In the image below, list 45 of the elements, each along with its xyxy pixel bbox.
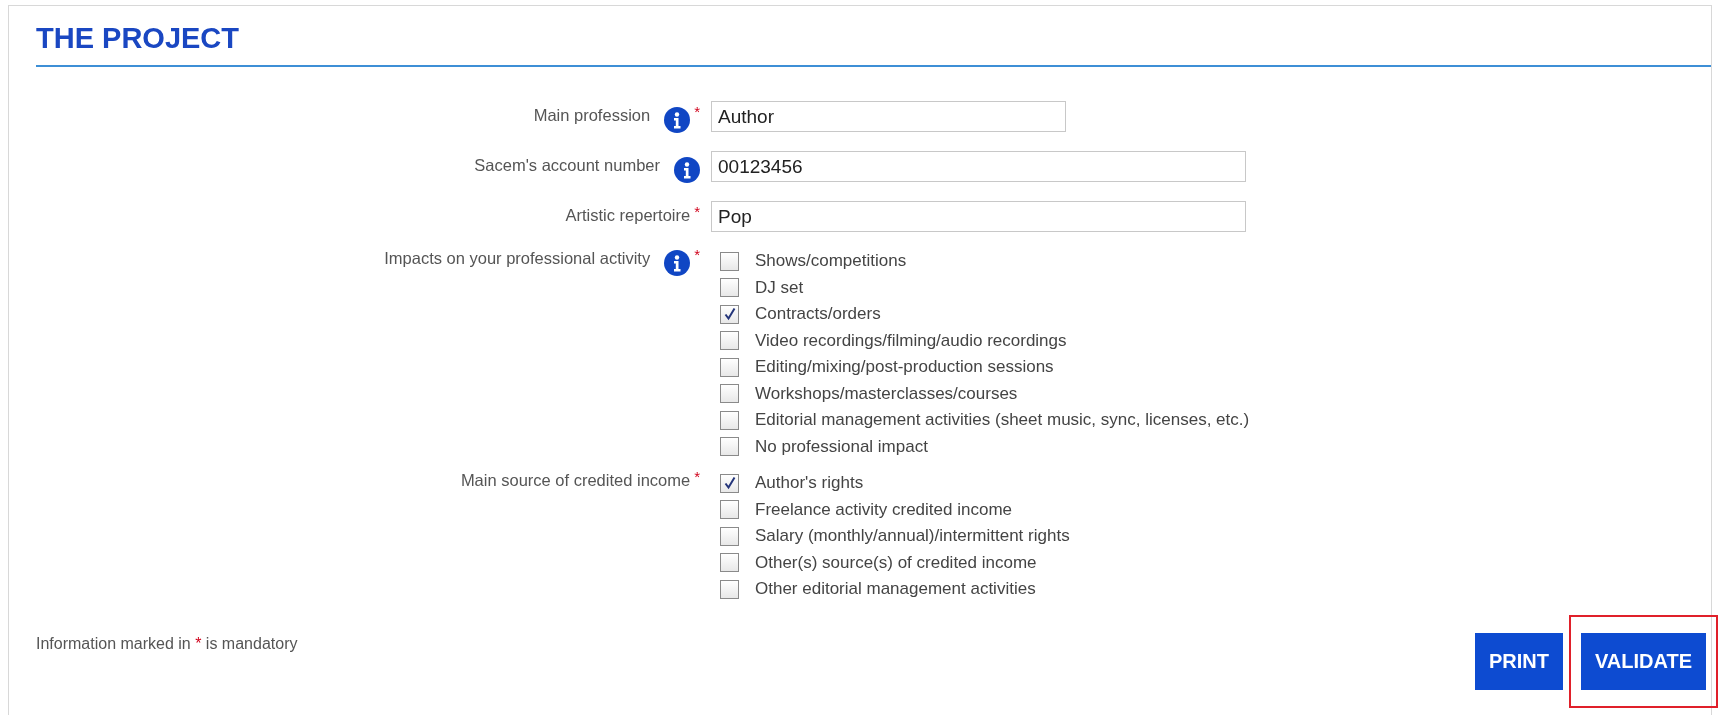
checkbox[interactable]: [720, 526, 739, 546]
checkbox[interactable]: [720, 384, 739, 404]
checkbox[interactable]: [720, 357, 739, 377]
checkbox-label[interactable]: Freelance activity credited income: [755, 499, 1012, 520]
required-mark: *: [694, 470, 700, 484]
checkbox[interactable]: [720, 500, 739, 520]
checkbox[interactable]: [720, 251, 739, 271]
required-mark: *: [694, 105, 700, 119]
required-mark: *: [694, 248, 700, 262]
info-icon[interactable]: [674, 157, 700, 183]
mandatory-note: Information marked in * is mandatory: [36, 633, 298, 653]
checkbox-label[interactable]: Salary (monthly/annual)/intermittent rights: [755, 526, 1070, 547]
checkbox-label[interactable]: Video recordings/filming/audio recordings: [755, 330, 1067, 351]
field-label: Main profession: [533, 105, 651, 125]
section-title: THE PROJECT: [36, 21, 240, 55]
field-label: Impacts on your professional activity: [384, 248, 651, 268]
checkbox-label[interactable]: Editorial management activities (sheet music, sync, licenses, etc.): [755, 410, 1250, 431]
checkbox-label[interactable]: Contracts/orders: [755, 304, 881, 325]
field-label: Main source of credited income: [460, 470, 691, 490]
checkbox[interactable]: [720, 473, 739, 493]
checkbox-label[interactable]: Other editorial management activities: [755, 579, 1036, 600]
checkbox-label[interactable]: DJ set: [755, 277, 804, 298]
checkbox[interactable]: [720, 437, 739, 457]
info-icon[interactable]: [664, 250, 691, 276]
text-field[interactable]: Author: [711, 101, 1066, 132]
checkbox-label[interactable]: No professional impact: [755, 436, 928, 457]
checkbox[interactable]: [720, 410, 739, 430]
checkbox[interactable]: [720, 331, 739, 351]
field-label: Artistic repertoire: [565, 205, 691, 225]
checkbox-label[interactable]: Author's rights: [755, 473, 864, 494]
checkbox[interactable]: [720, 304, 739, 324]
checkbox-label[interactable]: Other(s) source(s) of credited income: [755, 552, 1037, 573]
checkbox-label[interactable]: Shows/competitions: [755, 251, 907, 272]
checkbox[interactable]: [720, 278, 739, 298]
action-button[interactable]: PRINT: [1474, 632, 1563, 690]
text-field[interactable]: Pop: [711, 201, 1246, 232]
checkbox-label[interactable]: Editing/mixing/post-production sessions: [755, 357, 1054, 378]
checkbox-label[interactable]: Workshops/masterclasses/courses: [755, 383, 1018, 404]
required-mark: *: [694, 205, 700, 219]
action-button[interactable]: VALIDATE: [1580, 632, 1706, 690]
field-label: Sacem's account number: [474, 155, 660, 175]
info-icon[interactable]: [664, 107, 691, 133]
text-field[interactable]: 00123456: [711, 151, 1246, 182]
checkbox[interactable]: [720, 553, 739, 573]
checkbox[interactable]: [720, 579, 739, 599]
